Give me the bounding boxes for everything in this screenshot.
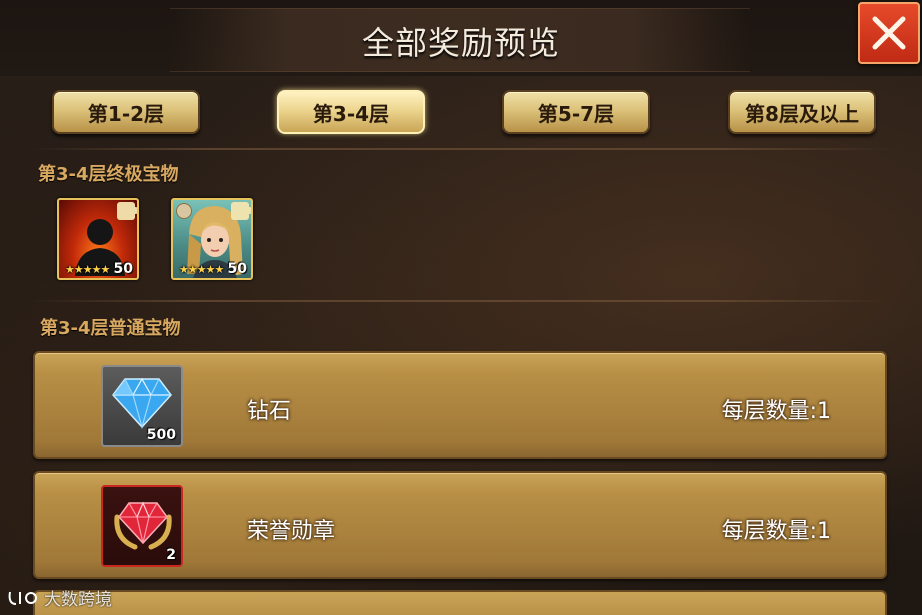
star-rating: ★★★★★	[179, 263, 224, 276]
ultimate-item-mystery-hero[interactable]: ★★★★★ 50	[57, 198, 139, 280]
normal-section-title: 第3-4层普通宝物	[40, 318, 181, 339]
star-rating: ★★★★★	[65, 263, 110, 276]
divider	[30, 300, 890, 302]
tab-floor-8-plus[interactable]: 第8层及以上	[728, 90, 876, 134]
watermark-text: 大数跨境	[44, 590, 112, 610]
ultimate-item-female-hero[interactable]: ★★★★★ 50	[171, 198, 253, 280]
reward-preview-panel: 全部奖励预览 第1-2层 第3-4层 第5-7层 第8层及以上 第3-4层终极宝…	[0, 0, 922, 615]
diamond-item[interactable]: 500	[101, 365, 183, 447]
item-quantity: 每层数量:1	[721, 519, 831, 544]
reward-row-honor-medal: 2 荣誉勋章 每层数量:1	[33, 471, 887, 579]
close-button[interactable]	[858, 2, 920, 64]
tab-floor-5-7[interactable]: 第5-7层	[502, 90, 650, 134]
item-count: 2	[166, 547, 176, 563]
divider	[30, 148, 890, 150]
reward-row-diamond: 500 钻石 每层数量:1	[33, 351, 887, 459]
item-count: 50	[227, 261, 247, 277]
ultimate-section-title: 第3-4层终极宝物	[38, 164, 179, 185]
honor-medal-icon	[114, 501, 172, 550]
puzzle-piece-icon	[231, 202, 251, 220]
close-icon	[872, 16, 906, 50]
diamond-icon	[112, 377, 172, 429]
crown-badge-icon	[176, 203, 192, 219]
page-title: 全部奖励预览	[361, 24, 560, 62]
reward-row-partial	[33, 590, 887, 615]
watermark: 大数跨境	[6, 585, 112, 610]
watermark-logo-icon	[8, 591, 38, 605]
item-count: 500	[146, 427, 176, 443]
item-name: 荣誉勋章	[247, 519, 336, 544]
puzzle-piece-icon	[117, 202, 137, 220]
tab-floor-1-2[interactable]: 第1-2层	[52, 90, 200, 134]
tab-floor-3-4[interactable]: 第3-4层	[277, 90, 425, 134]
item-count: 50	[113, 261, 133, 277]
honor-medal-item[interactable]: 2	[101, 485, 183, 567]
header: 全部奖励预览	[0, 0, 922, 76]
item-quantity: 每层数量:1	[721, 399, 831, 424]
item-name: 钻石	[247, 399, 292, 424]
